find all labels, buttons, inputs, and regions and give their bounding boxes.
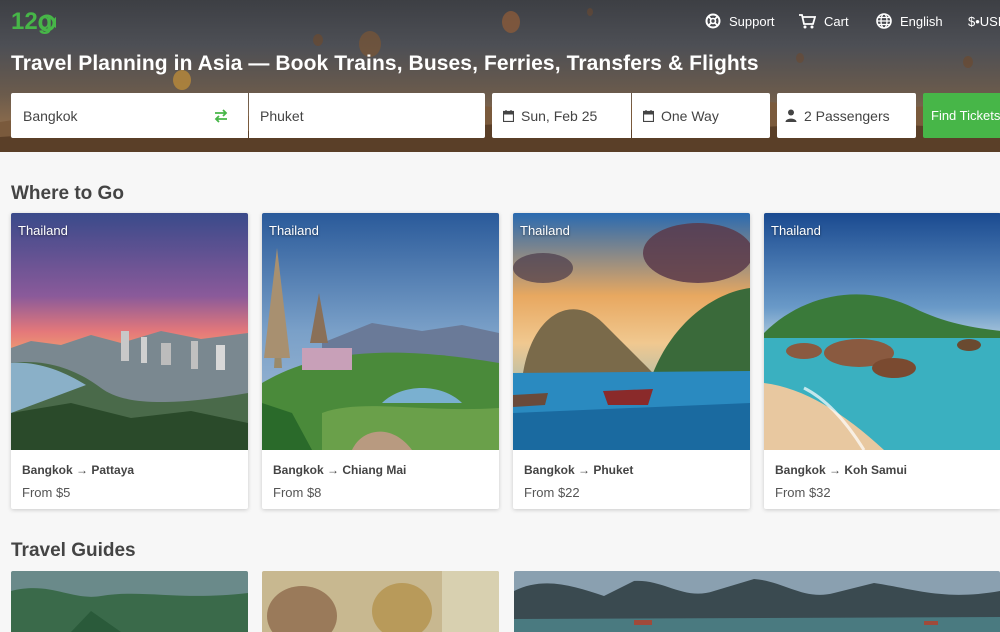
- card-price: From $32: [775, 485, 831, 500]
- logo[interactable]: 12go: [10, 4, 56, 36]
- guide-image: [514, 571, 1000, 632]
- date-picker[interactable]: Sun, Feb 25: [492, 93, 631, 138]
- lifebuoy-icon: [705, 13, 721, 29]
- passengers-picker[interactable]: 2 Passengers: [777, 93, 916, 138]
- card-country: Thailand: [18, 223, 68, 238]
- destination-card-chiang-mai[interactable]: Thailand Bangkok → Chiang Mai From $8: [262, 213, 499, 509]
- calendar-icon: [503, 109, 514, 122]
- koh-samui-image: [764, 213, 1000, 450]
- card-route: Bangkok → Chiang Mai: [273, 463, 407, 477]
- page-title: Travel Planning in Asia — Book Trains, B…: [11, 52, 759, 75]
- swap-icon[interactable]: [213, 108, 229, 124]
- from-input[interactable]: Bangkok: [11, 93, 248, 138]
- guide-image: [11, 571, 248, 632]
- top-navigation: 12go Support Cart English: [0, 0, 1000, 40]
- travel-guide-card[interactable]: [262, 571, 499, 632]
- destination-card-phuket[interactable]: Thailand Bangkok → Phuket From $22: [513, 213, 750, 509]
- calendar-icon: [643, 109, 654, 122]
- card-route: Bangkok → Koh Samui: [775, 463, 908, 477]
- person-icon: [785, 109, 797, 122]
- trip-type-picker[interactable]: One Way: [632, 93, 770, 138]
- pattaya-image: [11, 213, 248, 450]
- language-selector[interactable]: English: [876, 10, 943, 32]
- cart-label: Cart: [824, 13, 849, 29]
- travel-guide-card[interactable]: [514, 571, 1000, 632]
- card-country: Thailand: [269, 223, 319, 238]
- card-price: From $5: [22, 485, 71, 500]
- cart-icon: [799, 14, 816, 29]
- destination-card-pattaya[interactable]: Thailand Bangkok → Pattaya From $5: [11, 213, 248, 509]
- card-price: From $8: [273, 485, 322, 500]
- currency-label: $•USD: [968, 13, 1000, 29]
- currency-selector[interactable]: $•USD: [968, 10, 1000, 32]
- language-label: English: [900, 13, 943, 29]
- to-input[interactable]: Phuket: [249, 93, 485, 138]
- card-country: Thailand: [771, 223, 821, 238]
- card-route: Bangkok → Phuket: [524, 463, 634, 477]
- phuket-image: [513, 213, 750, 450]
- from-value: Bangkok: [23, 107, 78, 124]
- to-value: Phuket: [260, 107, 304, 124]
- support-link[interactable]: Support: [705, 10, 775, 32]
- card-route: Bangkok → Pattaya: [22, 463, 135, 477]
- card-country: Thailand: [520, 223, 570, 238]
- support-label: Support: [729, 13, 775, 29]
- trip-type-value: One Way: [661, 107, 719, 124]
- where-to-go-heading: Where to Go: [11, 183, 124, 204]
- card-price: From $22: [524, 485, 580, 500]
- travel-guides-heading: Travel Guides: [11, 540, 136, 561]
- passengers-value: 2 Passengers: [804, 107, 890, 124]
- guide-image: [262, 571, 499, 632]
- globe-icon: [876, 13, 892, 29]
- travel-guide-card[interactable]: [11, 571, 248, 632]
- find-tickets-button[interactable]: Find Tickets: [923, 93, 1000, 138]
- destination-card-koh-samui[interactable]: Thailand Bangkok → Koh Samui From $32: [764, 213, 1000, 509]
- cart-link[interactable]: Cart: [798, 10, 849, 32]
- chiang-mai-image: [262, 213, 499, 450]
- date-value: Sun, Feb 25: [521, 107, 598, 124]
